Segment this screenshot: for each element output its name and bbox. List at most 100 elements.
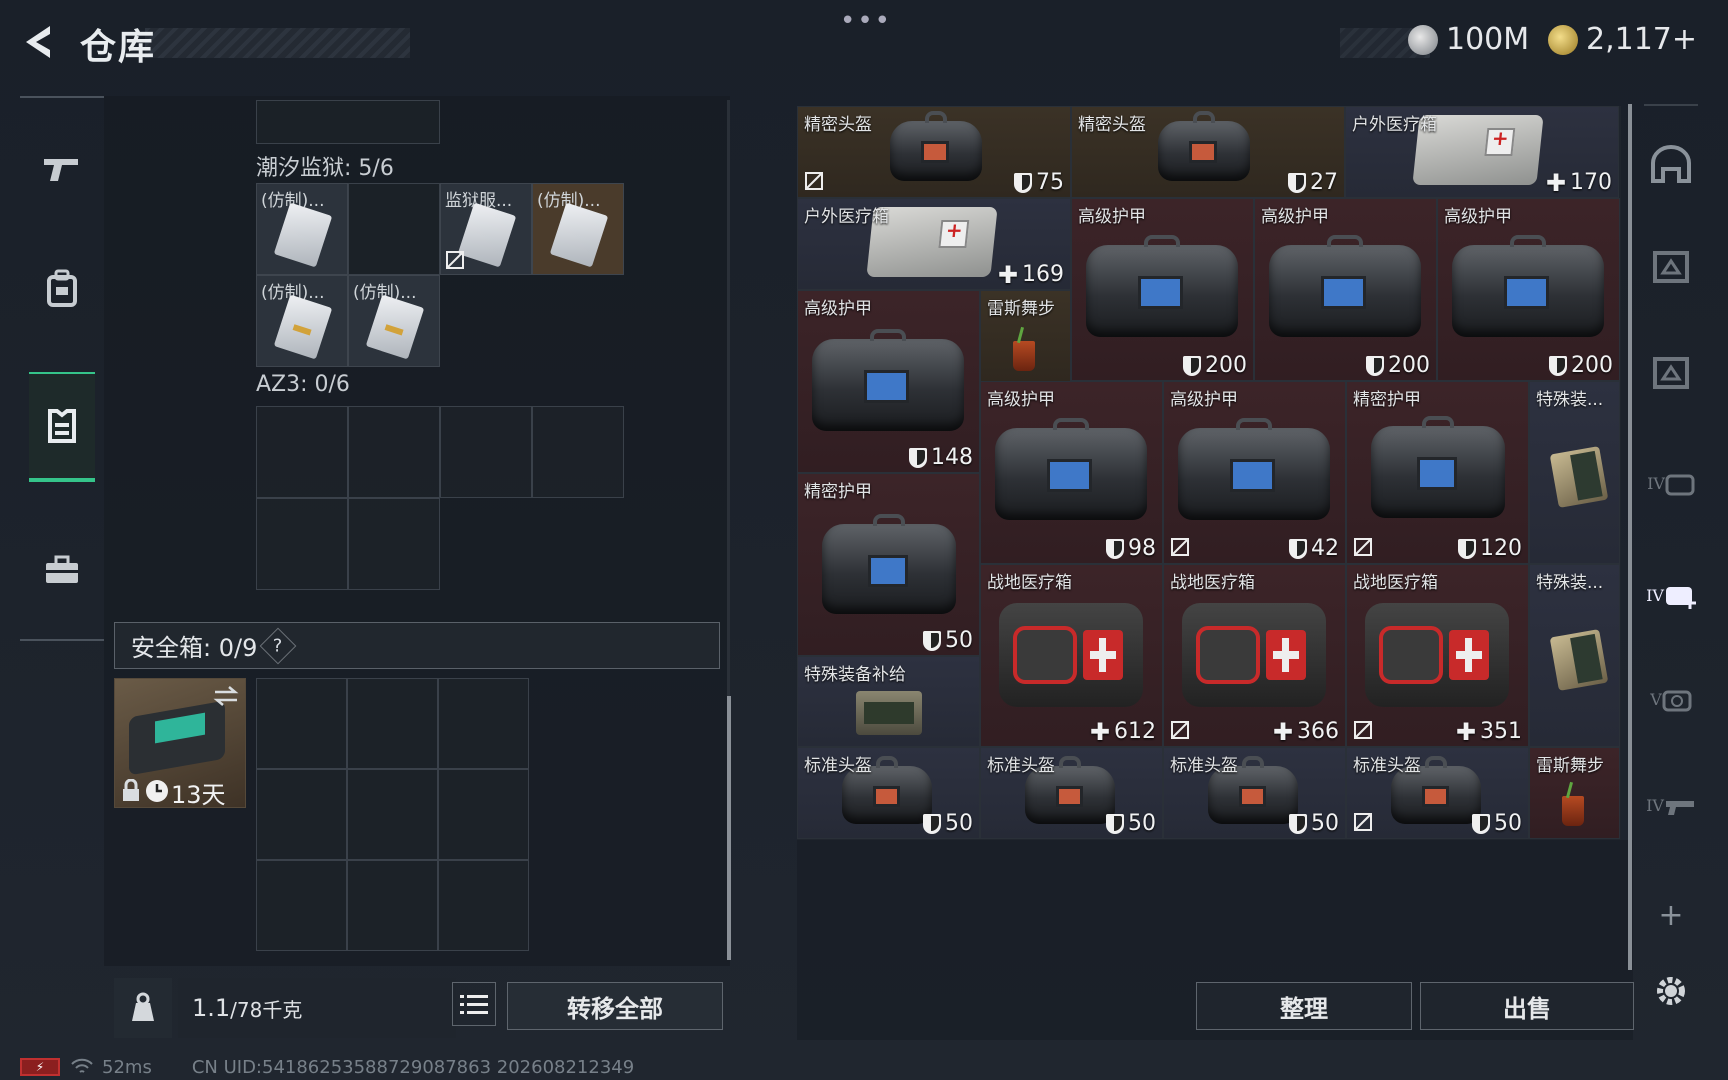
stash-item[interactable]: 战地医疗箱 ✚ 351 xyxy=(1346,564,1529,747)
left-category-nav xyxy=(20,96,104,641)
item-prison-uniform[interactable]: 监狱服... xyxy=(440,183,532,275)
heal-icon: ✚ xyxy=(997,260,1018,289)
empty-slot[interactable] xyxy=(256,498,348,590)
item-replica-keycard[interactable]: (仿制)... xyxy=(256,275,348,367)
back-button[interactable] xyxy=(18,20,62,64)
stash-item[interactable]: 标准头盔 50 xyxy=(797,747,980,839)
stash-item[interactable]: 高级护甲 200 xyxy=(1254,198,1437,381)
more-menu-button[interactable]: ••• xyxy=(840,6,892,36)
safebox-label: 安全箱: 0/9 xyxy=(131,634,258,662)
durability-icon xyxy=(1106,813,1124,834)
empty-slot[interactable] xyxy=(438,769,529,860)
empty-slot[interactable] xyxy=(348,498,440,590)
nav-case[interactable] xyxy=(20,515,104,625)
stash-item[interactable]: 高级护甲 42 xyxy=(1163,381,1346,564)
empty-slot[interactable] xyxy=(256,860,347,951)
stash-item[interactable]: 特殊装备补给 xyxy=(797,656,980,747)
stash-item[interactable]: 特殊装... xyxy=(1529,381,1620,564)
empty-slot[interactable] xyxy=(256,769,347,860)
empty-slot[interactable] xyxy=(438,860,529,951)
stash-item[interactable]: 高级护甲 148 xyxy=(797,290,980,473)
empty-slot[interactable] xyxy=(256,100,440,144)
nav-weapons[interactable] xyxy=(20,113,104,223)
no-insure-icon xyxy=(1354,813,1372,831)
list-view-button[interactable] xyxy=(452,982,496,1026)
item-value: 351 xyxy=(1480,719,1522,744)
empty-slot[interactable] xyxy=(348,406,440,498)
rifle-tier-iv-icon xyxy=(1665,801,1694,815)
medkit-tier-iv-icon xyxy=(1665,474,1695,496)
item-name: 雷斯舞步 xyxy=(1536,756,1604,776)
empty-slot[interactable] xyxy=(256,406,348,498)
stash-item[interactable]: 精密头盔 27 xyxy=(1071,106,1345,198)
item-value: 200 xyxy=(1388,353,1430,378)
medkit-tier-iv-add-icon xyxy=(1665,587,1696,609)
empty-slot[interactable] xyxy=(256,678,347,769)
sell-button[interactable]: 出售 xyxy=(1420,982,1634,1030)
stash-item[interactable]: 户外医疗箱 ✚169 xyxy=(797,198,1071,290)
filter-medkit-iv-add[interactable]: IV xyxy=(1644,568,1698,622)
durability-icon xyxy=(923,630,941,651)
stash-item[interactable]: 户外医疗箱 ✚170 xyxy=(1345,106,1619,198)
item-name: 户外医疗箱 xyxy=(804,207,889,227)
stash-item[interactable]: 战地医疗箱 ✚ 366 xyxy=(1163,564,1346,747)
item-replica-keycard[interactable]: (仿制)... xyxy=(532,183,624,275)
filter-armor-tier[interactable] xyxy=(1644,346,1698,400)
stash-item[interactable]: 精密护甲 50 xyxy=(797,473,980,656)
stash-item[interactable]: 标准头盔 50 xyxy=(1346,747,1529,839)
empty-slot[interactable] xyxy=(347,678,438,769)
item-value: 50 xyxy=(1128,811,1156,836)
stash-item[interactable]: 高级护甲 98 xyxy=(980,381,1163,564)
page-title: 仓库 xyxy=(80,27,157,68)
safebox-header: 安全箱: 0/9 ? xyxy=(114,622,720,669)
stash-item[interactable]: 雷斯舞步 xyxy=(980,290,1071,382)
safebox-case[interactable]: 13天 xyxy=(114,678,246,809)
filter-armor-tier[interactable] xyxy=(1644,240,1698,294)
nav-armor[interactable] xyxy=(29,372,95,482)
item-name: 标准头盔 xyxy=(987,756,1055,776)
stash-item[interactable]: 特殊装... xyxy=(1529,564,1620,747)
item-name: 标准头盔 xyxy=(1353,756,1421,776)
add-filter-button[interactable]: + xyxy=(1644,888,1698,942)
heal-icon: ✚ xyxy=(1272,717,1293,746)
empty-slot[interactable] xyxy=(347,860,438,951)
empty-slot[interactable] xyxy=(438,678,529,769)
top-bar: 仓库 ••• 100M 2,117+ xyxy=(0,0,1728,88)
filter-medkit-v[interactable]: V xyxy=(1644,672,1698,726)
stash-item[interactable]: 标准头盔 50 xyxy=(1163,747,1346,839)
stash-item[interactable]: 高级护甲 200 xyxy=(1437,198,1620,381)
empty-slot[interactable] xyxy=(532,406,624,498)
stash-scrollbar[interactable] xyxy=(1628,104,1632,970)
left-scrollbar[interactable] xyxy=(727,696,731,960)
armor-tier-icon xyxy=(1653,357,1689,389)
nav-backpack[interactable] xyxy=(20,233,104,343)
stash-item[interactable]: 精密头盔 75 xyxy=(797,106,1071,198)
help-button[interactable]: ? xyxy=(259,627,297,664)
stash-item[interactable]: 高级护甲 200 xyxy=(1071,198,1254,381)
sort-button[interactable]: 整理 xyxy=(1196,982,1412,1030)
tier-label: V xyxy=(1650,689,1662,709)
item-replica-keycard[interactable]: (仿制)... xyxy=(348,275,440,367)
stash-item[interactable]: 标准头盔 50 xyxy=(980,747,1163,839)
swap-icon[interactable] xyxy=(213,685,239,707)
lock-icon xyxy=(123,779,139,801)
item-value: 120 xyxy=(1480,536,1522,561)
filter-medkit-iv[interactable]: IV xyxy=(1644,456,1698,510)
settings-button[interactable] xyxy=(1644,964,1698,1018)
empty-slot[interactable] xyxy=(347,769,438,860)
stash-item[interactable]: 战地医疗箱 ✚ 612 xyxy=(980,564,1163,747)
empty-slot[interactable] xyxy=(348,183,440,275)
pistol-icon xyxy=(44,159,78,181)
gold-amount: 2,117+ xyxy=(1586,22,1698,57)
filter-rifle-iv[interactable]: IV xyxy=(1644,778,1698,832)
empty-slot[interactable] xyxy=(440,406,532,498)
item-replica-keycard[interactable]: (仿制)... xyxy=(256,183,348,275)
filter-helmet[interactable] xyxy=(1644,138,1698,192)
silver-currency[interactable]: 100M xyxy=(1408,22,1529,57)
gold-currency[interactable]: 2,117+ xyxy=(1548,22,1697,57)
stash-item[interactable]: 雷斯舞步 xyxy=(1529,747,1620,839)
stash-item[interactable]: 精密护甲 120 xyxy=(1346,381,1529,564)
no-insure-icon xyxy=(1171,538,1189,556)
weight-lock-button[interactable] xyxy=(114,978,172,1038)
transfer-all-button[interactable]: 转移全部 xyxy=(507,982,723,1030)
